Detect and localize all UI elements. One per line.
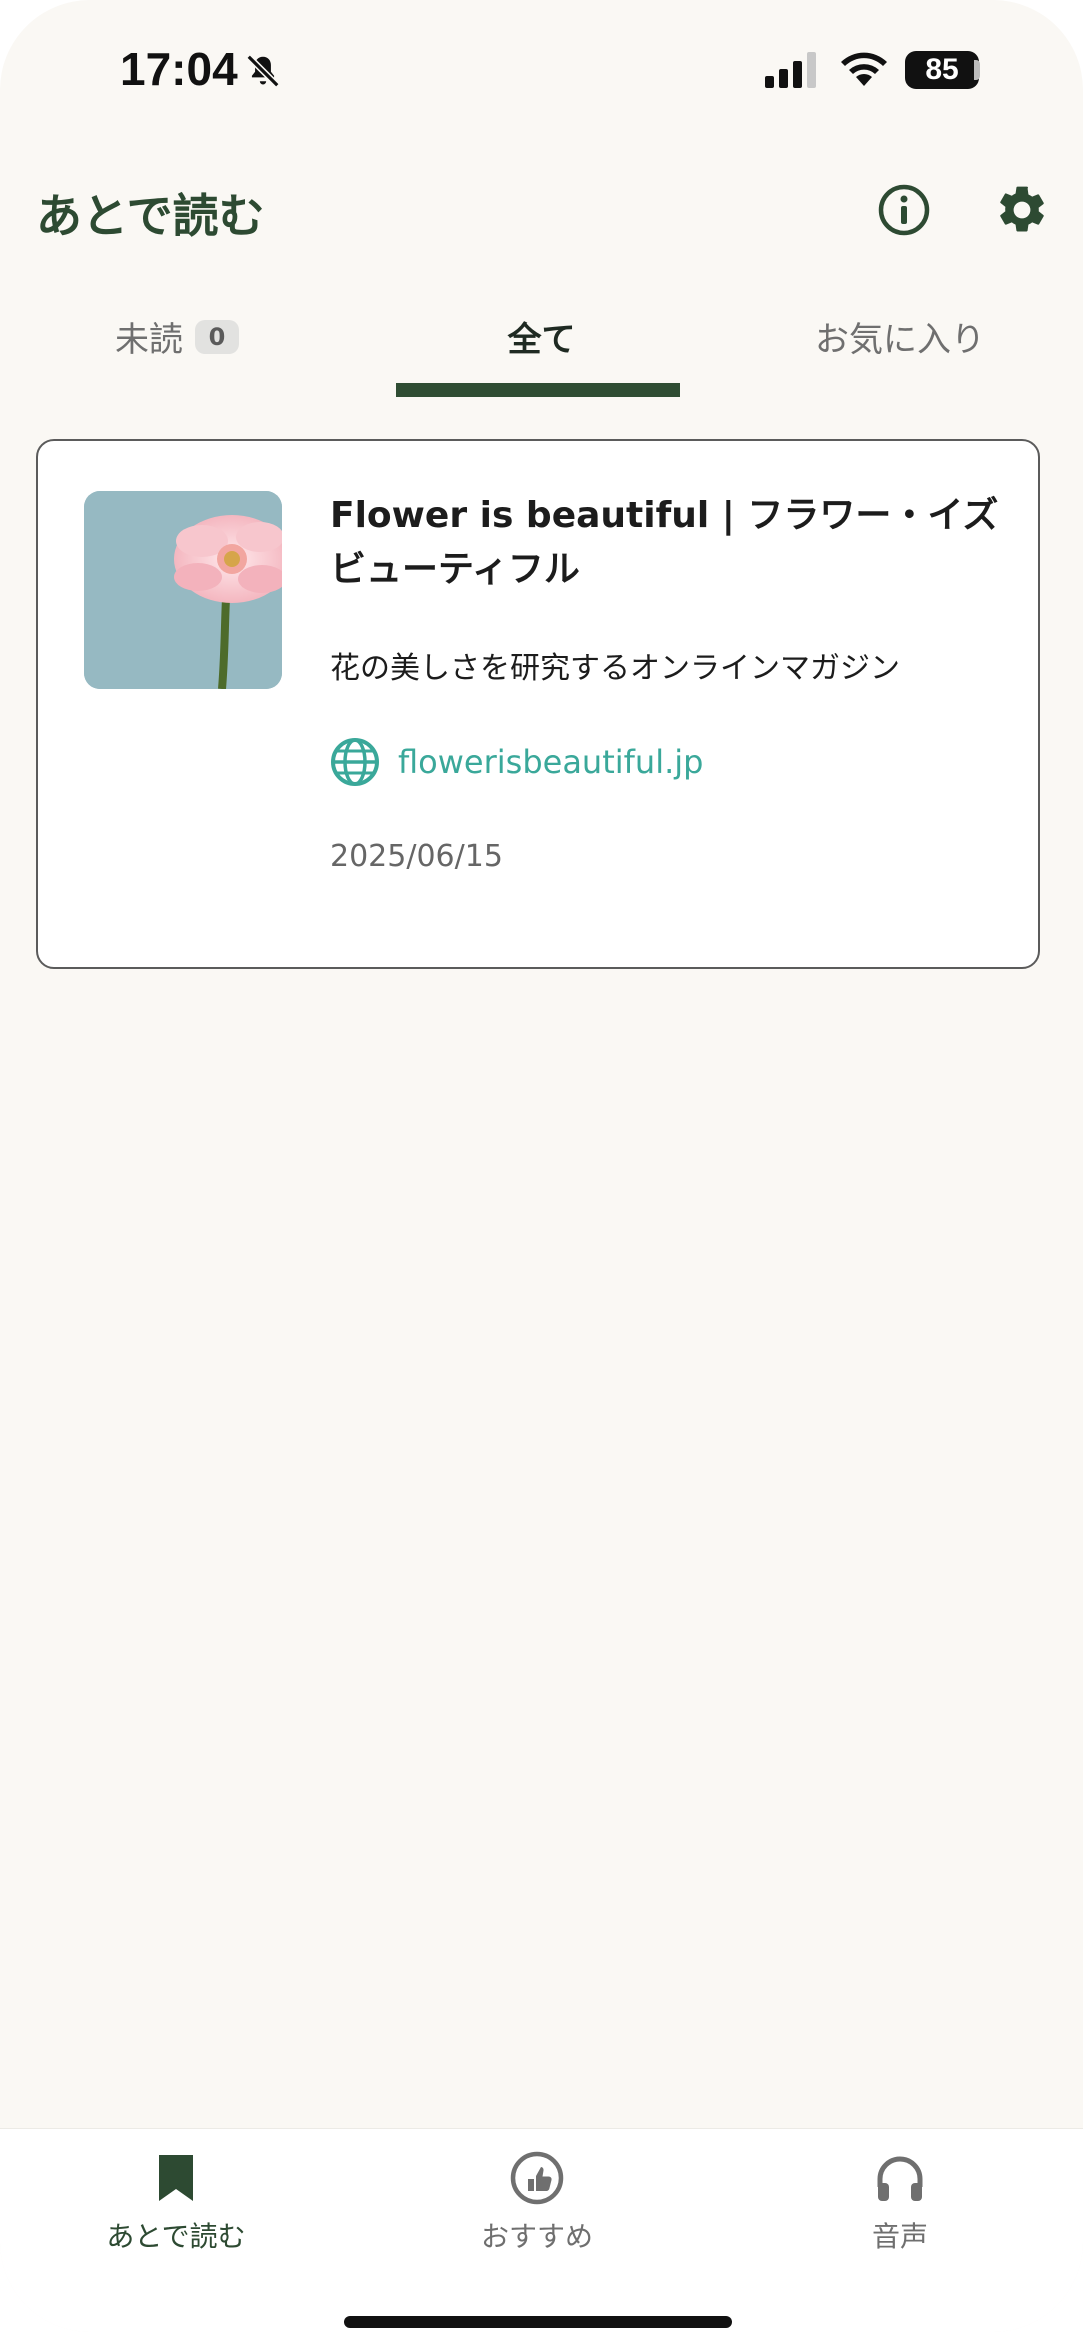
article-description: 花の美しさを研究するオンラインマガジン: [330, 651, 900, 686]
status-bar: 17:04 85: [0, 0, 1083, 140]
status-time: 17:04: [120, 43, 238, 95]
article-site-name: flowerisbeautiful.jp: [398, 743, 704, 781]
article-site[interactable]: flowerisbeautiful.jp: [330, 737, 703, 787]
battery-tip: [974, 60, 980, 80]
globe-icon: [331, 738, 379, 786]
nav-recommend[interactable]: おすすめ: [417, 2149, 657, 2255]
tab-favorites-label: お気に入り: [815, 320, 985, 360]
bookmark-icon: [159, 2155, 193, 2201]
article-thumbnail: [84, 491, 282, 689]
tab-all-label: 全て: [507, 320, 576, 360]
wifi-icon: [841, 52, 887, 86]
article-date: 2025/06/15: [330, 839, 503, 874]
page-title: あとで読む: [36, 189, 265, 243]
nav-audio-label: 音声: [871, 2220, 928, 2253]
flower-thumbnail: [84, 491, 282, 689]
info-icon[interactable]: [876, 182, 932, 238]
bell-slash-icon: [246, 54, 280, 88]
nav-read-later[interactable]: あとで読む: [56, 2149, 296, 2255]
article-title: Flower is beautiful | フラワー・イズビューティフル: [330, 495, 999, 590]
tab-selected-indicator: [396, 383, 680, 397]
tab-favorites[interactable]: お気に入り: [815, 312, 985, 361]
nav-recommend-label: おすすめ: [480, 2220, 593, 2253]
tab-bar: 未読 0 全て お気に入り: [0, 290, 1083, 400]
app-screen: 17:04 85 あとで読む 未読 0 全て お気に入り Flower is b…: [0, 0, 1083, 2332]
home-indicator: [344, 2316, 732, 2328]
signal-icon: [765, 52, 816, 88]
gear-icon[interactable]: [994, 182, 1050, 238]
battery-icon: 85: [905, 51, 979, 89]
nav-audio[interactable]: 音声: [780, 2149, 1020, 2255]
battery-level: 85: [925, 53, 959, 86]
nav-read-later-label: あとで読む: [106, 2220, 246, 2253]
thumbs-up-icon: [510, 2151, 564, 2205]
bottom-nav: あとで読む おすすめ 音声: [0, 2128, 1083, 2332]
article-card[interactable]: Flower is beautiful | フラワー・イズビューティフル 花の美…: [36, 439, 1040, 969]
headphones-icon: [877, 2156, 923, 2201]
